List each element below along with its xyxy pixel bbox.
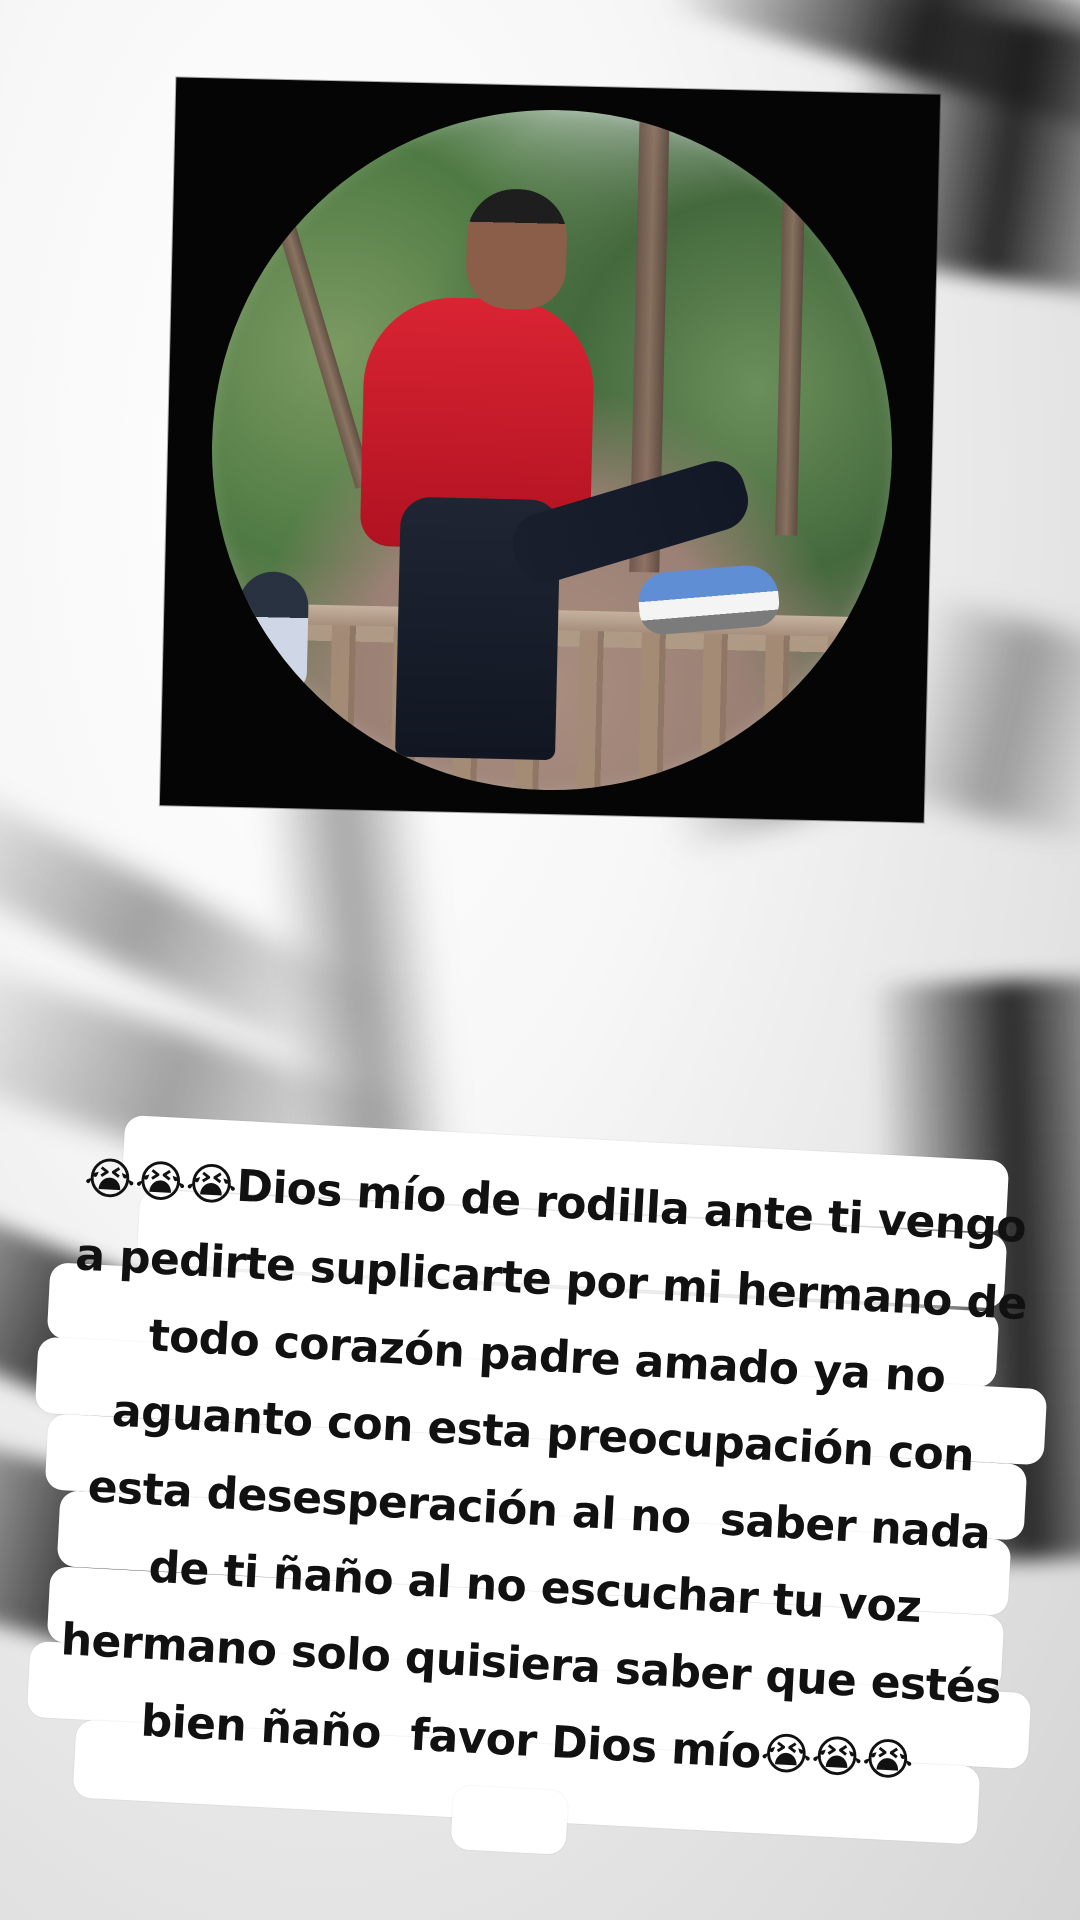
- tree-trunk: [775, 115, 807, 536]
- caption-text: 😭😭😭Dios mío de rodilla ante ti vengo a p…: [59, 1152, 1043, 1787]
- profile-photo-frame: [159, 77, 941, 823]
- child-figure: [236, 570, 310, 693]
- profile-photo: [204, 102, 900, 798]
- caption-wrapper: 😭😭😭Dios mío de rodilla ante ti vengo a p…: [26, 1114, 1052, 1856]
- tree-trunk: [243, 110, 374, 489]
- person-head: [465, 188, 568, 311]
- caption-background-tail: [450, 1785, 569, 1855]
- blue-sneaker: [636, 563, 781, 637]
